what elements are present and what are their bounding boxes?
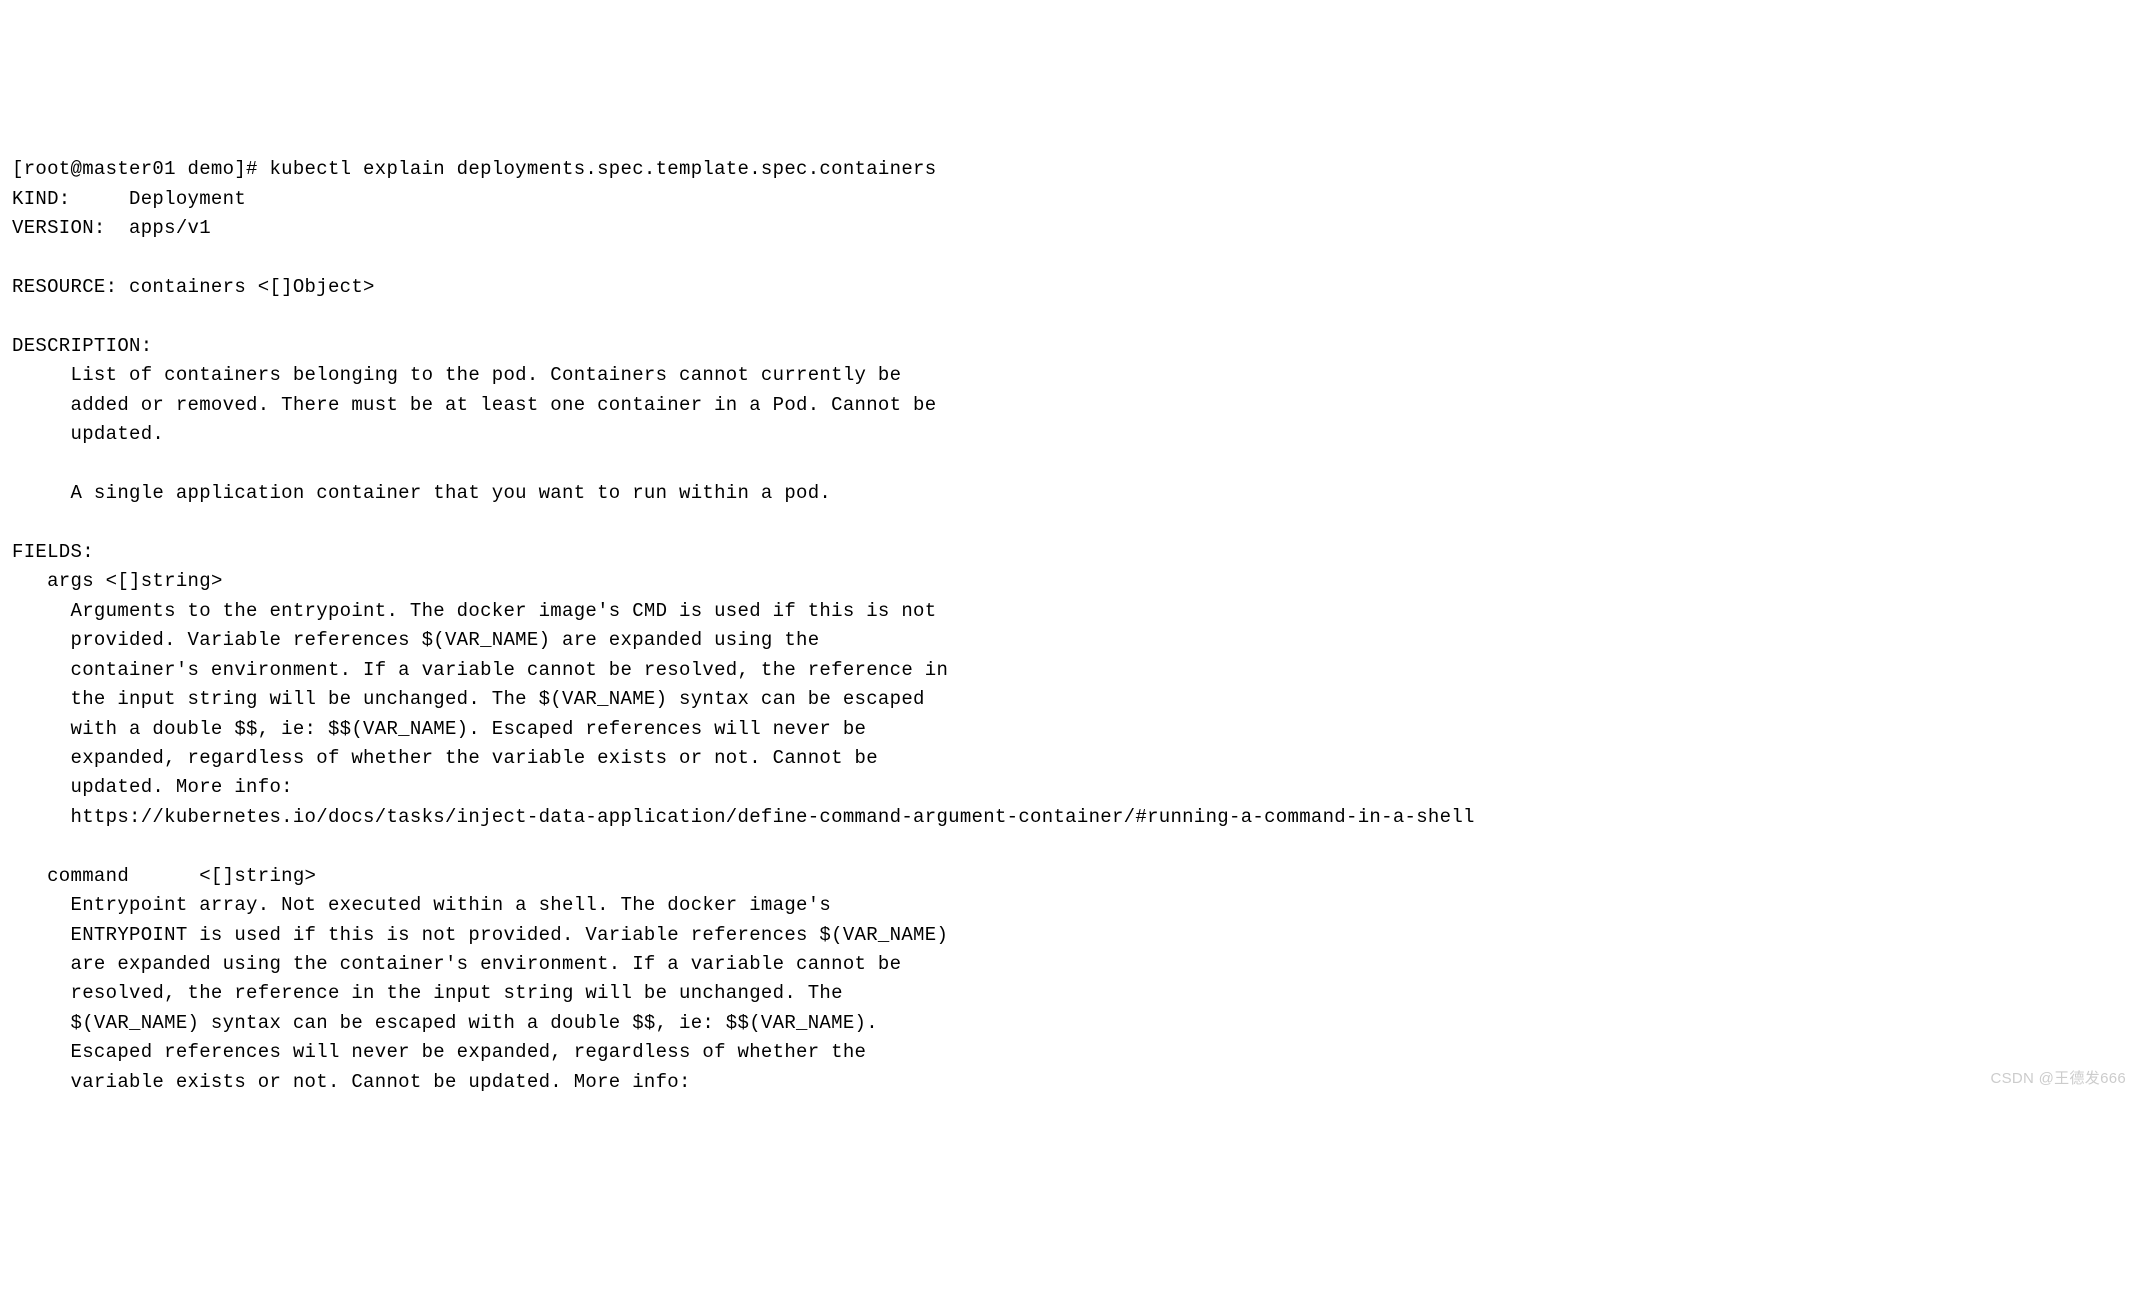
field-args-header: args <[]string> <box>12 570 223 592</box>
description-text: added or removed. There must be at least… <box>12 394 936 416</box>
field-args-text: container's environment. If a variable c… <box>12 659 948 681</box>
field-command-text: Entrypoint array. Not executed within a … <box>12 894 831 916</box>
field-args-text: updated. More info: <box>12 776 293 798</box>
field-args-text: provided. Variable references $(VAR_NAME… <box>12 629 819 651</box>
field-args-text: with a double $$, ie: $$(VAR_NAME). Esca… <box>12 718 866 740</box>
field-args-text: expanded, regardless of whether the vari… <box>12 747 878 769</box>
field-command-text: Escaped references will never be expande… <box>12 1041 866 1063</box>
description-text: List of containers belonging to the pod.… <box>12 364 901 386</box>
version-line: VERSION: apps/v1 <box>12 217 211 239</box>
fields-header: FIELDS: <box>12 541 94 563</box>
field-args-text: https://kubernetes.io/docs/tasks/inject-… <box>12 806 1475 828</box>
description-text: updated. <box>12 423 164 445</box>
terminal-output[interactable]: [root@master01 demo]# kubectl explain de… <box>12 126 2128 1097</box>
field-args-text: Arguments to the entrypoint. The docker … <box>12 600 936 622</box>
resource-line: RESOURCE: containers <[]Object> <box>12 276 375 298</box>
prompt-command-line: [root@master01 demo]# kubectl explain de… <box>12 158 936 180</box>
field-args-text: the input string will be unchanged. The … <box>12 688 925 710</box>
field-command-text: $(VAR_NAME) syntax can be escaped with a… <box>12 1012 878 1034</box>
description-text: A single application container that you … <box>12 482 831 504</box>
field-command-text: are expanded using the container's envir… <box>12 953 901 975</box>
description-header: DESCRIPTION: <box>12 335 152 357</box>
field-command-text: variable exists or not. Cannot be update… <box>12 1071 691 1093</box>
watermark-text: CSDN @王德发666 <box>1990 1067 2126 1090</box>
kind-line: KIND: Deployment <box>12 188 246 210</box>
field-command-header: command <[]string> <box>12 865 316 887</box>
field-command-text: ENTRYPOINT is used if this is not provid… <box>12 924 948 946</box>
field-command-text: resolved, the reference in the input str… <box>12 982 843 1004</box>
